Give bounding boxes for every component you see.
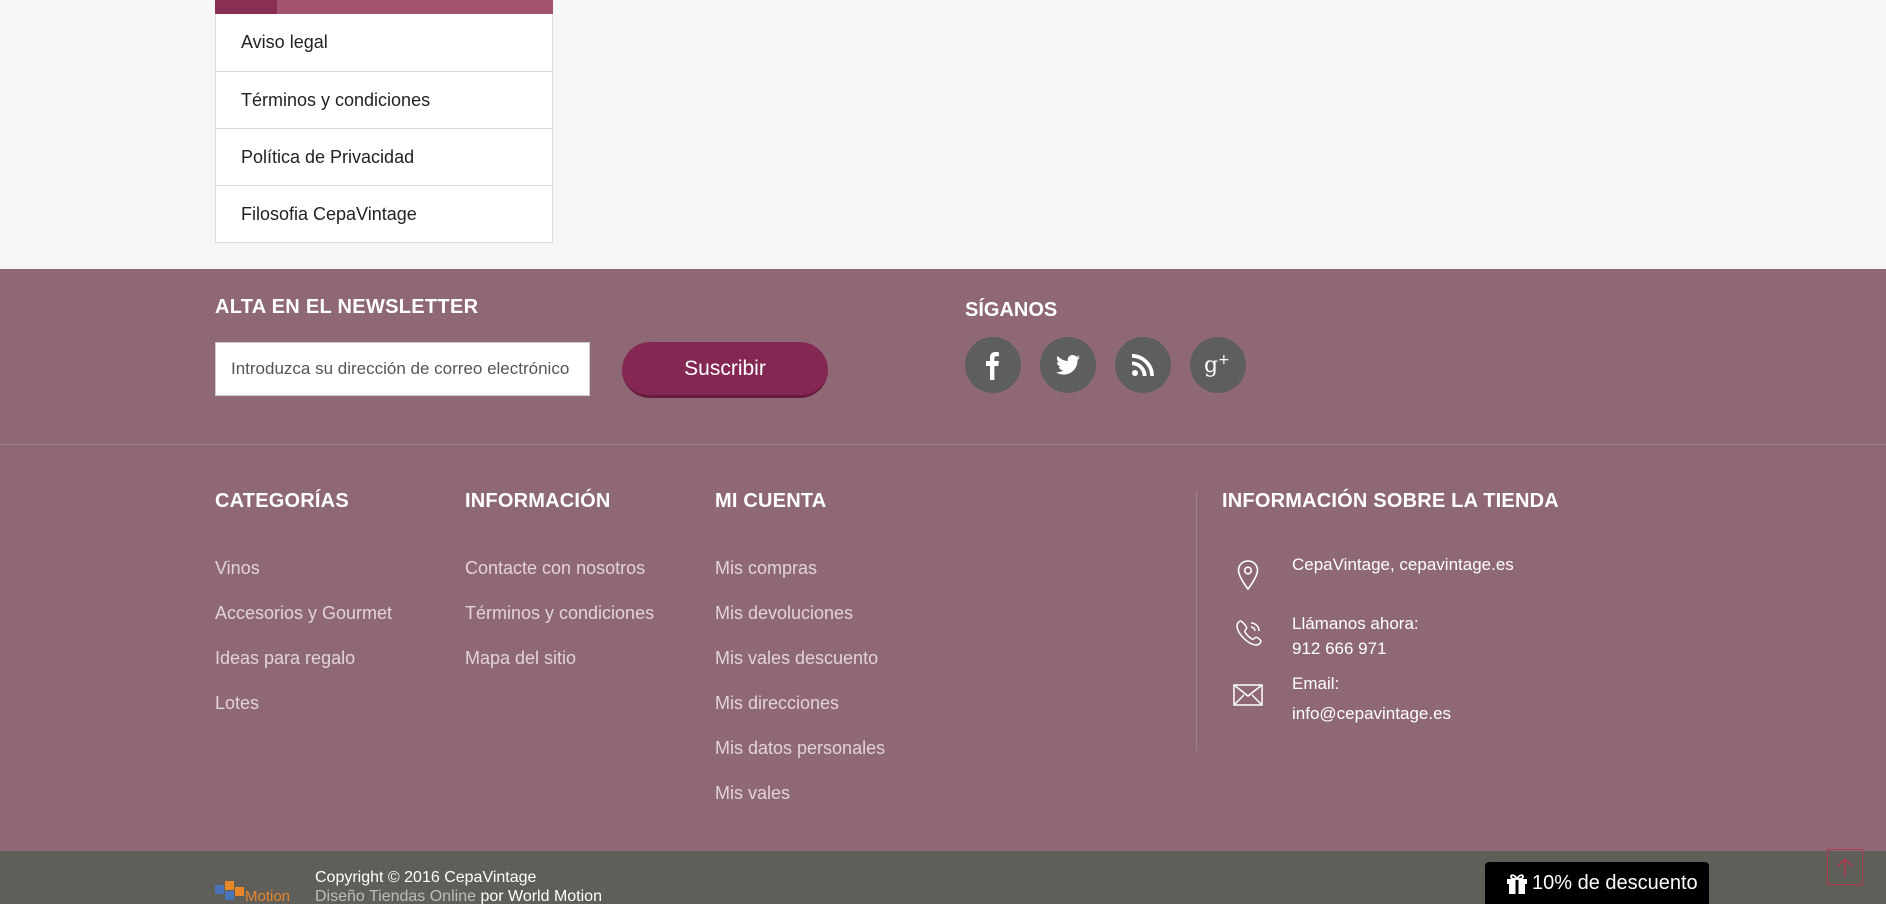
subscribe-button[interactable]: Suscribir bbox=[622, 342, 828, 398]
arrow-up-icon bbox=[1837, 857, 1853, 876]
mail-icon bbox=[1233, 684, 1263, 706]
copyright-text: Copyright © 2016 CepaVintage bbox=[315, 869, 537, 886]
cms-links-list: Aviso legal Términos y condiciones Polít… bbox=[215, 14, 553, 243]
store-address: CepaVintage, cepavintage.es bbox=[1292, 555, 1514, 574]
phone-icon bbox=[1236, 620, 1262, 646]
twitter-icon bbox=[1056, 355, 1080, 375]
info-link-mapa[interactable]: Mapa del sitio bbox=[465, 648, 576, 669]
gift-icon bbox=[1507, 874, 1527, 894]
block-header-bar bbox=[215, 0, 553, 14]
content-area: Aviso legal Términos y condiciones Polít… bbox=[0, 0, 1886, 269]
map-pin-icon bbox=[1237, 560, 1259, 591]
account-link-vales-descuento[interactable]: Mis vales descuento bbox=[715, 648, 878, 669]
phone-number[interactable]: 912 666 971 bbox=[1292, 636, 1387, 661]
account-link-direcciones[interactable]: Mis direcciones bbox=[715, 693, 839, 714]
follow-title: SÍGANOS bbox=[965, 299, 1058, 321]
discount-label: 10% de descuento bbox=[1532, 871, 1698, 894]
svg-text:+: + bbox=[1218, 352, 1230, 368]
phone-label: Llámanos ahora: bbox=[1292, 614, 1419, 633]
footer: ALTA EN EL NEWSLETTER Suscribir SÍGANOS … bbox=[0, 269, 1886, 851]
google-plus-button[interactable]: g + bbox=[1190, 337, 1246, 393]
credits-text: Diseño Tiendas Online por World Motion bbox=[315, 888, 602, 904]
category-link-accesorios[interactable]: Accesorios y Gourmet bbox=[215, 603, 392, 624]
account-link-devoluciones[interactable]: Mis devoluciones bbox=[715, 603, 853, 624]
footer-divider bbox=[0, 444, 1886, 445]
logo-text: Motion bbox=[245, 888, 290, 904]
rss-button[interactable] bbox=[1115, 337, 1171, 393]
cms-link-terminos[interactable]: Términos y condiciones bbox=[216, 71, 552, 128]
cms-link-filosofia[interactable]: Filosofia CepaVintage bbox=[216, 185, 552, 242]
category-link-lotes[interactable]: Lotes bbox=[215, 693, 259, 714]
store-info-divider bbox=[1196, 491, 1197, 751]
info-link-terminos[interactable]: Términos y condiciones bbox=[465, 603, 654, 624]
account-link-vales[interactable]: Mis vales bbox=[715, 783, 790, 804]
credits-prefix[interactable]: Diseño Tiendas Online bbox=[315, 888, 476, 904]
cms-link-aviso-legal[interactable]: Aviso legal bbox=[216, 14, 552, 71]
account-link-compras[interactable]: Mis compras bbox=[715, 558, 817, 579]
facebook-icon bbox=[986, 352, 999, 380]
newsletter-email-input[interactable] bbox=[215, 342, 590, 396]
twitter-button[interactable] bbox=[1040, 337, 1096, 393]
account-link-datos-personales[interactable]: Mis datos personales bbox=[715, 738, 885, 759]
email-label: Email: bbox=[1292, 674, 1340, 693]
svg-text:g: g bbox=[1204, 353, 1218, 378]
scroll-to-top-button[interactable] bbox=[1827, 849, 1863, 885]
newsletter-title: ALTA EN EL NEWSLETTER bbox=[215, 296, 479, 318]
credits-suffix[interactable]: por World Motion bbox=[480, 888, 602, 904]
discount-tab[interactable]: 10% de descuento bbox=[1485, 862, 1709, 904]
cms-links-block: Aviso legal Términos y condiciones Polít… bbox=[215, 0, 553, 243]
facebook-button[interactable] bbox=[965, 337, 1021, 393]
category-link-vinos[interactable]: Vinos bbox=[215, 558, 260, 579]
google-plus-icon: g + bbox=[1204, 352, 1230, 378]
email-address[interactable]: info@cepavintage.es bbox=[1292, 701, 1451, 726]
my-account-title: MI CUENTA bbox=[715, 490, 827, 512]
info-link-contacto[interactable]: Contacte con nosotros bbox=[465, 558, 645, 579]
categories-title: CATEGORÍAS bbox=[215, 490, 349, 512]
world-motion-logo[interactable]: Motion bbox=[215, 877, 301, 904]
information-title: INFORMACIÓN bbox=[465, 490, 611, 512]
rss-icon bbox=[1132, 354, 1154, 376]
cms-link-privacidad[interactable]: Política de Privacidad bbox=[216, 128, 552, 185]
category-link-ideas-regalo[interactable]: Ideas para regalo bbox=[215, 648, 355, 669]
store-info-title: INFORMACIÓN SOBRE LA TIENDA bbox=[1222, 490, 1559, 512]
